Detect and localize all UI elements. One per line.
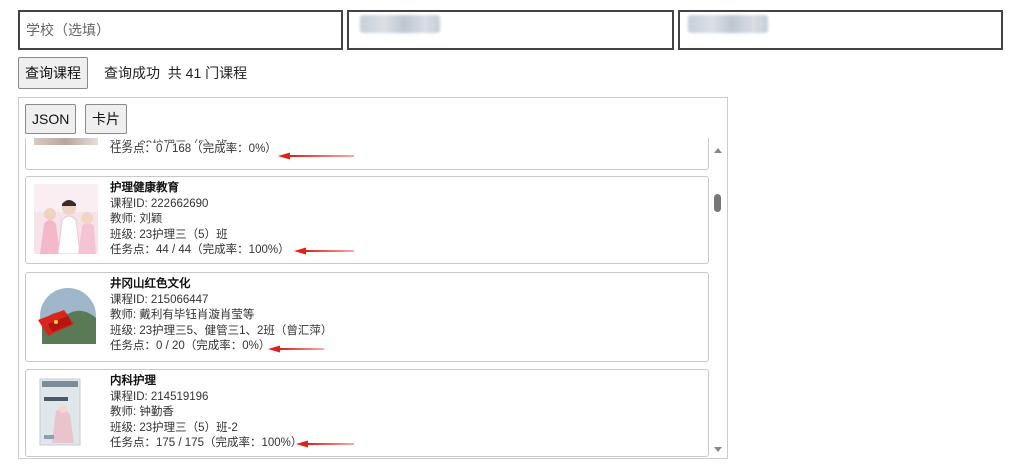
results-panel: JSON 卡片 班级: 23护理三（5）班 任务点：0 / 168（完成率：0%…	[18, 97, 728, 459]
course-list-scrollbar[interactable]	[711, 138, 725, 458]
annotation-arrow	[278, 152, 354, 160]
school-input[interactable]	[18, 10, 343, 50]
course-card[interactable]: 内科护理 课程ID: 214519196 教师: 钟勤香 班级: 23护理三（5…	[25, 369, 709, 457]
scroll-down-arrow-icon[interactable]	[714, 447, 722, 452]
card-view-button[interactable]: 卡片	[85, 104, 127, 134]
username-redacted-value	[360, 15, 440, 33]
course-title: 内科护理	[110, 375, 156, 387]
course-teacher: 教师: 戴利有毕钰肖漩肖莹等	[110, 309, 255, 321]
course-class: 班级: 23护理三5、健管三1、2班（曾汇萍）	[110, 324, 333, 337]
course-card[interactable]: 护理健康教育 课程ID: 222662690 教师: 刘颖 班级: 23护理三（…	[25, 176, 709, 264]
course-tasks: 任务点：44 / 44（完成率：100%）	[110, 244, 290, 256]
password-redacted-value	[688, 15, 768, 33]
course-teacher: 教师: 刘颖	[110, 213, 163, 225]
course-tasks: 任务点：175 / 175（完成率：100%）	[110, 437, 303, 449]
course-title: 护理健康教育	[110, 182, 179, 194]
course-teacher: 教师: 钟勤香	[110, 406, 174, 418]
annotation-arrow	[294, 247, 354, 255]
course-card[interactable]: 井冈山红色文化 课程ID: 215066447 教师: 戴利有毕钰肖漩肖莹等 班…	[25, 272, 709, 362]
scroll-thumb[interactable]	[714, 194, 721, 212]
scroll-up-arrow-icon[interactable]	[714, 148, 722, 153]
annotation-arrow	[296, 440, 354, 448]
course-thumbnail	[34, 138, 98, 145]
query-status-text: 查询成功 共 41 门课程	[104, 65, 248, 81]
course-thumbnail	[34, 184, 98, 254]
course-id: 课程ID: 222662690	[110, 197, 209, 210]
annotation-arrow	[268, 345, 324, 353]
course-class: 班级: 23护理三（5）班-2	[110, 421, 238, 434]
course-tasks: 任务点：0 / 168（完成率：0%）	[110, 143, 277, 155]
course-title: 井冈山红色文化	[110, 278, 191, 290]
course-card-list[interactable]: 班级: 23护理三（5）班 任务点：0 / 168（完成率：0%）	[25, 138, 709, 458]
json-view-button[interactable]: JSON	[25, 104, 77, 134]
course-thumbnail	[34, 280, 98, 350]
course-class: 班级: 23护理三（5）班	[110, 228, 228, 241]
course-thumbnail	[34, 377, 98, 447]
course-id: 课程ID: 214519196	[110, 390, 209, 403]
query-courses-button[interactable]: 查询课程	[18, 57, 88, 89]
course-card[interactable]: 班级: 23护理三（5）班 任务点：0 / 168（完成率：0%）	[25, 138, 709, 170]
course-id: 课程ID: 215066447	[110, 293, 209, 306]
